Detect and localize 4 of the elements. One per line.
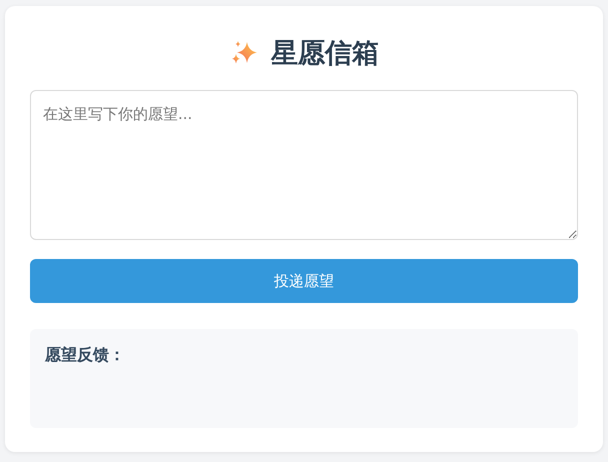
feedback-heading: 愿望反馈：: [45, 345, 126, 366]
wish-input-field[interactable]: 在这里写下你的愿望...: [30, 90, 578, 240]
page-title: 星愿信箱: [271, 37, 379, 71]
submit-wish-button[interactable]: 投递愿望: [30, 259, 578, 303]
